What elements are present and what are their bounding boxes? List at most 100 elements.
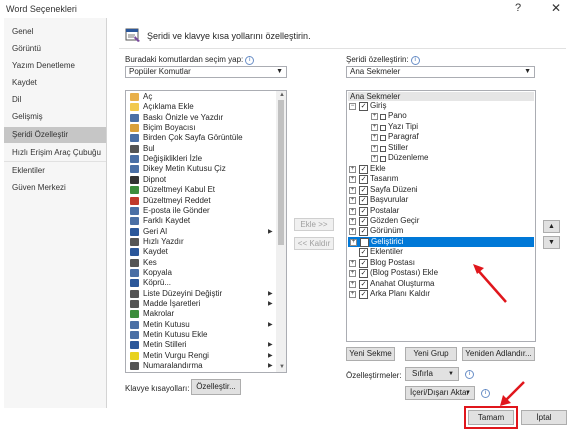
expand-icon[interactable]: + [349, 259, 356, 267]
tab-checkbox[interactable]: ✓ [359, 258, 368, 268]
command-item[interactable]: Farklı Kaydet [126, 216, 276, 226]
rename-button[interactable]: Yeniden Adlandır... [462, 347, 535, 361]
expand-icon[interactable]: + [371, 113, 378, 121]
move-up-button[interactable]: ▲ [543, 220, 560, 233]
command-item[interactable]: Makrolar [126, 309, 276, 319]
new-group-button[interactable]: Yeni Grup [405, 347, 457, 361]
sidebar-item[interactable]: Hızlı Erişim Araç Çubuğu [4, 145, 106, 161]
command-item[interactable]: Bul [126, 144, 276, 154]
tab-checkbox[interactable]: ✓ [359, 164, 368, 174]
sidebar-item[interactable]: Kaydet [4, 75, 106, 91]
tree-item[interactable]: + ✓ Gözden Geçir [347, 216, 533, 226]
tree-item[interactable]: ✓ Eklentiler [347, 247, 533, 258]
reset-button[interactable]: Sıfırla ▼ [405, 367, 459, 381]
import-export-button[interactable]: İçeri/Dışarı Aktar ▼ [405, 386, 475, 400]
command-item[interactable]: Köprü... [126, 278, 276, 288]
command-item[interactable]: Liste Düzeyini Değiştir ▶ [126, 289, 276, 299]
cancel-button[interactable]: İptal [521, 410, 567, 425]
sidebar-item[interactable]: Genel [4, 24, 106, 40]
sidebar-item[interactable]: Eklentiler [4, 163, 106, 179]
expand-icon[interactable]: + [371, 123, 378, 131]
expand-icon[interactable]: + [349, 291, 356, 299]
collapse-icon[interactable]: − [349, 103, 356, 110]
tab-checkbox[interactable]: ✓ [359, 206, 368, 216]
expand-icon[interactable]: + [349, 280, 356, 288]
command-item[interactable]: Düzeltmeyi Reddet [126, 196, 276, 206]
expand-icon[interactable]: + [349, 176, 356, 184]
command-item[interactable]: Hızlı Yazdır [126, 237, 276, 247]
expand-icon[interactable]: + [349, 207, 356, 215]
expand-icon[interactable]: + [349, 197, 356, 205]
command-item[interactable]: Baskı Önizle ve Yazdır [126, 113, 276, 123]
tree-item[interactable]: + ✓ Ekle [347, 164, 533, 174]
command-item[interactable]: Metin Vurgu Rengi ▶ [126, 351, 276, 361]
sidebar-item[interactable]: Güven Merkezi [4, 180, 106, 196]
tree-item[interactable]: + Pano [347, 111, 533, 121]
tab-checkbox[interactable]: ✓ [359, 269, 368, 279]
tab-checkbox[interactable]: ✓ [359, 279, 368, 289]
sidebar-item[interactable]: Yazım Denetleme [4, 58, 106, 74]
sidebar-item[interactable]: Şeridi Özelleştir [4, 127, 106, 143]
expand-icon[interactable]: + [350, 238, 357, 246]
command-item[interactable]: Düzeltmeyi Kabul Et [126, 185, 276, 195]
tree-item[interactable]: + ✓ Görünüm [347, 226, 533, 237]
tree-item[interactable]: + Geliştirici [348, 236, 534, 247]
customize-ribbon-dropdown[interactable]: Ana Sekmeler ▼ [346, 66, 535, 78]
commands-list[interactable]: Aç Açıklama Ekle Baskı Önizle ve Yazdır Biç… [125, 90, 287, 373]
tree-item[interactable]: + ✓ Tasarım [347, 174, 533, 185]
command-item[interactable]: Değişiklikleri İzle [126, 154, 276, 164]
expand-icon[interactable]: + [371, 155, 378, 163]
remove-button[interactable]: << Kaldır [294, 237, 334, 250]
tab-checkbox[interactable]: ✓ [359, 248, 368, 258]
command-item[interactable]: Kaydet [126, 247, 276, 257]
command-item[interactable]: Dipnot [126, 175, 276, 185]
command-item[interactable]: Aç [126, 92, 276, 102]
tree-item[interactable]: − ✓ Giriş [347, 101, 533, 111]
tab-checkbox[interactable]: ✓ [359, 102, 368, 111]
scrollbar-thumb[interactable] [278, 100, 284, 245]
move-down-button[interactable]: ▼ [543, 236, 560, 249]
close-button[interactable]: ✕ [551, 1, 561, 15]
tree-item[interactable]: + Paragraf [347, 132, 533, 142]
tab-checkbox[interactable] [360, 237, 369, 247]
tree-item[interactable]: + Düzenleme [347, 153, 533, 163]
add-button[interactable]: Ekle >> [294, 218, 334, 231]
command-item[interactable]: Geri Al ▶ [126, 227, 276, 237]
command-item[interactable]: Açıklama Ekle [126, 102, 276, 112]
scroll-up-icon[interactable]: ▲ [279, 92, 285, 98]
choose-commands-dropdown[interactable]: Popüler Komutlar ▼ [125, 66, 287, 78]
command-item[interactable]: Metin Kutusu Ekle [126, 330, 276, 340]
command-item[interactable]: Madde İşaretleri ▶ [126, 299, 276, 309]
tree-item[interactable]: + ✓ Postalar [347, 206, 533, 216]
tree-item[interactable]: + ✓ Sayfa Düzeni [347, 185, 533, 195]
tab-checkbox[interactable]: ✓ [359, 185, 368, 195]
command-item[interactable]: Birden Çok Sayfa Görüntüle [126, 133, 276, 143]
sidebar-item[interactable]: Görüntü [4, 41, 106, 57]
tab-checkbox[interactable]: ✓ [359, 290, 368, 300]
command-item[interactable]: Dikey Metin Kutusu Çiz [126, 164, 276, 174]
sidebar-item[interactable]: Dil [4, 92, 106, 108]
expand-icon[interactable]: + [349, 270, 356, 278]
command-item[interactable]: Numaralandırma ▶ [126, 361, 276, 371]
command-item[interactable]: Kes [126, 258, 276, 268]
sidebar-item[interactable]: Gelişmiş [4, 109, 106, 125]
help-button[interactable]: ? [515, 2, 521, 14]
tab-checkbox[interactable]: ✓ [359, 175, 368, 185]
expand-icon[interactable]: + [349, 217, 356, 225]
tree-item[interactable]: + Yazı Tipi [347, 122, 533, 132]
command-item[interactable]: Metin Stilleri ▶ [126, 340, 276, 350]
expand-icon[interactable]: + [371, 144, 378, 152]
expand-icon[interactable]: + [371, 134, 378, 142]
expand-icon[interactable]: + [349, 186, 356, 194]
scroll-down-icon[interactable]: ▼ [279, 364, 285, 370]
new-tab-button[interactable]: Yeni Sekme [346, 347, 395, 361]
expand-icon[interactable]: + [349, 165, 356, 173]
commands-scrollbar[interactable]: ▲ ▼ [276, 91, 286, 372]
command-item[interactable]: E-posta ile Gönder [126, 206, 276, 216]
tab-checkbox[interactable]: ✓ [359, 216, 368, 226]
command-item[interactable]: Biçim Boyacısı [126, 123, 276, 133]
customize-shortcuts-button[interactable]: Özelleştir... [191, 379, 241, 395]
command-item[interactable]: Kopyala [126, 268, 276, 278]
expand-icon[interactable]: + [349, 228, 356, 236]
command-item[interactable]: Metin Kutusu ▶ [126, 320, 276, 330]
